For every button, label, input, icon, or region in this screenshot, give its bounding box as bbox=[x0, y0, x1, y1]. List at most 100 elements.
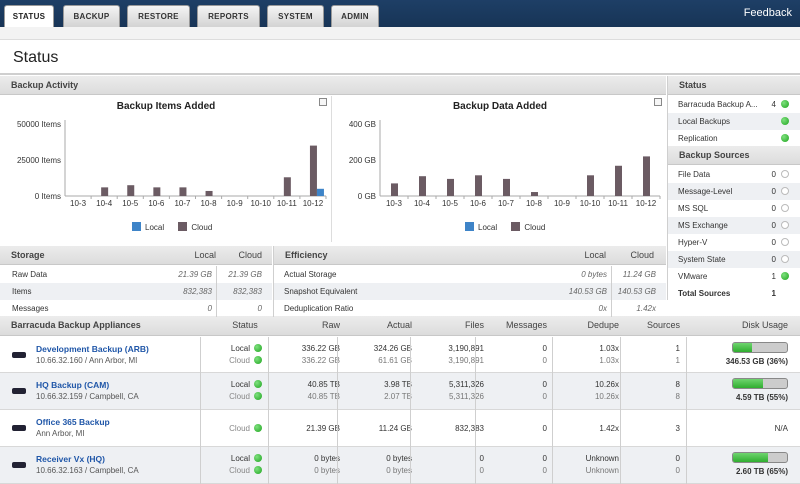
tab-backup[interactable]: BACKUP bbox=[63, 5, 120, 27]
y-tick-label: 25000 Items bbox=[17, 156, 61, 165]
sub-nav-bar bbox=[0, 27, 800, 40]
appliance-files-value: 5,311,326 bbox=[449, 380, 484, 389]
side-row-label: Message-Level bbox=[678, 187, 733, 196]
storage-col-local: Local bbox=[194, 250, 216, 260]
storage-col-cloud: Cloud bbox=[238, 250, 262, 260]
row-divider bbox=[0, 409, 800, 410]
side-row-count: 1 bbox=[771, 272, 776, 281]
x-tick-label: 10-7 bbox=[174, 199, 191, 208]
disk-usage-bar bbox=[732, 452, 788, 463]
efficiency-col-local: Local bbox=[584, 250, 606, 260]
appliance-status-label: Cloud bbox=[229, 424, 250, 433]
chart-legend: Local Cloud bbox=[465, 222, 545, 232]
status-panel-header: Status bbox=[668, 76, 800, 95]
tab-system[interactable]: SYSTEM bbox=[267, 5, 324, 27]
x-tick-label: 10-10 bbox=[251, 199, 272, 208]
x-tick-label: 10-12 bbox=[636, 199, 657, 208]
legend-cloud-label: Cloud bbox=[524, 223, 546, 232]
disk-usage-text: 2.60 TB (65%) bbox=[735, 467, 788, 476]
appliance-sources-value: 0 bbox=[675, 466, 680, 475]
legend-local-label: Local bbox=[478, 223, 498, 232]
appliance-files-value: 5,311,326 bbox=[449, 392, 484, 401]
status-ok-icon bbox=[254, 424, 262, 433]
bar-cloud bbox=[153, 187, 161, 196]
appliance-name-link[interactable]: Office 365 Backup bbox=[36, 417, 110, 427]
x-tick-label: 10-11 bbox=[608, 199, 628, 208]
expand-chart-icon[interactable] bbox=[654, 98, 662, 106]
appliance-sources-value: 1 bbox=[675, 344, 680, 353]
bar-cloud bbox=[127, 185, 135, 196]
disk-usage-text: 4.59 TB (55%) bbox=[735, 393, 788, 402]
tab-status[interactable]: STATUS bbox=[4, 5, 54, 27]
side-row-label: Hyper-V bbox=[678, 238, 708, 247]
x-tick-label: 10-6 bbox=[148, 199, 165, 208]
efficiency-row-label: Snapshot Equivalent bbox=[284, 287, 358, 296]
title-divider bbox=[0, 73, 800, 75]
total-sources-count: 1 bbox=[771, 289, 776, 298]
feedback-link[interactable]: Feedback bbox=[744, 7, 792, 19]
appliance-sources-value: 8 bbox=[675, 392, 680, 401]
status-ok-icon bbox=[254, 454, 262, 463]
x-tick-label: 10-8 bbox=[526, 199, 543, 208]
storage-cloud-value: 21.39 GB bbox=[228, 270, 262, 279]
chart-legend: Local Cloud bbox=[132, 222, 212, 232]
appliance-actual-value: 0 bytes bbox=[386, 466, 412, 475]
bar-cloud bbox=[419, 176, 426, 196]
col-messages: Messages bbox=[505, 320, 547, 330]
appliance-name-link[interactable]: Receiver Vx (HQ) bbox=[36, 454, 105, 464]
appliance-status-label: Local bbox=[230, 344, 250, 353]
appliance-location: 10.66.32.159 / Campbell, CA bbox=[36, 392, 139, 401]
appliance-files-value: 832,383 bbox=[455, 424, 484, 433]
x-tick-label: 10-5 bbox=[122, 199, 139, 208]
appliance-actual-value: 2.07 TB bbox=[384, 392, 412, 401]
items-chart: 0 Items 25000 Items 50000 Items 10-3 10-4 10-… bbox=[17, 120, 327, 208]
efficiency-title: Efficiency bbox=[285, 250, 328, 260]
appliance-raw-value: 0 bytes bbox=[314, 466, 340, 475]
bar-cloud bbox=[283, 177, 291, 196]
col-raw: Raw bbox=[321, 320, 340, 330]
tab-restore[interactable]: RESTORE bbox=[127, 5, 190, 27]
tab-reports[interactable]: REPORTS bbox=[197, 5, 260, 27]
appliance-messages-value: 0 bbox=[542, 424, 547, 433]
disk-usage-text: 346.53 GB (36%) bbox=[725, 357, 788, 366]
status-off-icon bbox=[781, 238, 789, 247]
col-files: Files bbox=[464, 320, 484, 330]
status-ok-icon bbox=[781, 272, 789, 281]
efficiency-row-label: Actual Storage bbox=[284, 270, 337, 279]
tab-admin[interactable]: ADMIN bbox=[331, 5, 379, 27]
bar-cloud bbox=[179, 187, 187, 196]
appliance-name-link[interactable]: HQ Backup (CAM) bbox=[36, 380, 109, 390]
side-row-label: Replication bbox=[678, 134, 718, 143]
disk-usage-fill bbox=[733, 453, 769, 462]
status-ok-icon bbox=[254, 380, 262, 389]
legend-local-swatch bbox=[132, 222, 141, 231]
appliance-sources-value: 0 bbox=[675, 454, 680, 463]
appliance-name-link[interactable]: Development Backup (ARB) bbox=[36, 344, 149, 354]
legend-cloud-label: Cloud bbox=[191, 223, 213, 232]
side-row-count: 0 bbox=[771, 221, 776, 230]
side-row-count: 0 bbox=[771, 204, 776, 213]
storage-row-label: Raw Data bbox=[12, 270, 48, 279]
bar-cloud bbox=[309, 145, 317, 196]
status-ok-icon bbox=[254, 356, 262, 365]
appliance-actual-value: 11.24 GB bbox=[378, 424, 412, 433]
appliance-files-value: 0 bbox=[479, 466, 484, 475]
top-nav-bar: STATUS BACKUP RESTORE REPORTS SYSTEM ADM… bbox=[0, 0, 800, 27]
appliance-files-value: 0 bbox=[479, 454, 484, 463]
appliance-raw-value: 40.85 TB bbox=[307, 380, 340, 389]
bar-local bbox=[316, 188, 324, 196]
legend-local-label: Local bbox=[145, 223, 165, 232]
efficiency-col-cloud: Cloud bbox=[630, 250, 654, 260]
disk-usage-bar bbox=[732, 378, 788, 389]
backup-activity-header: Backup Activity bbox=[0, 76, 666, 95]
table-col-divider bbox=[200, 337, 201, 484]
appliance-dedupe-value: 1.03x bbox=[599, 356, 619, 365]
appliance-actual-value: 61.61 GB bbox=[378, 356, 412, 365]
expand-chart-icon[interactable] bbox=[319, 98, 327, 106]
x-tick-label: 10-7 bbox=[498, 199, 515, 208]
appliance-status-label: Local bbox=[230, 454, 250, 463]
status-off-icon bbox=[781, 255, 789, 264]
legend-cloud-swatch bbox=[178, 222, 188, 231]
appliance-dedupe-value: Unknown bbox=[585, 466, 619, 475]
page-title: Status bbox=[13, 49, 59, 66]
